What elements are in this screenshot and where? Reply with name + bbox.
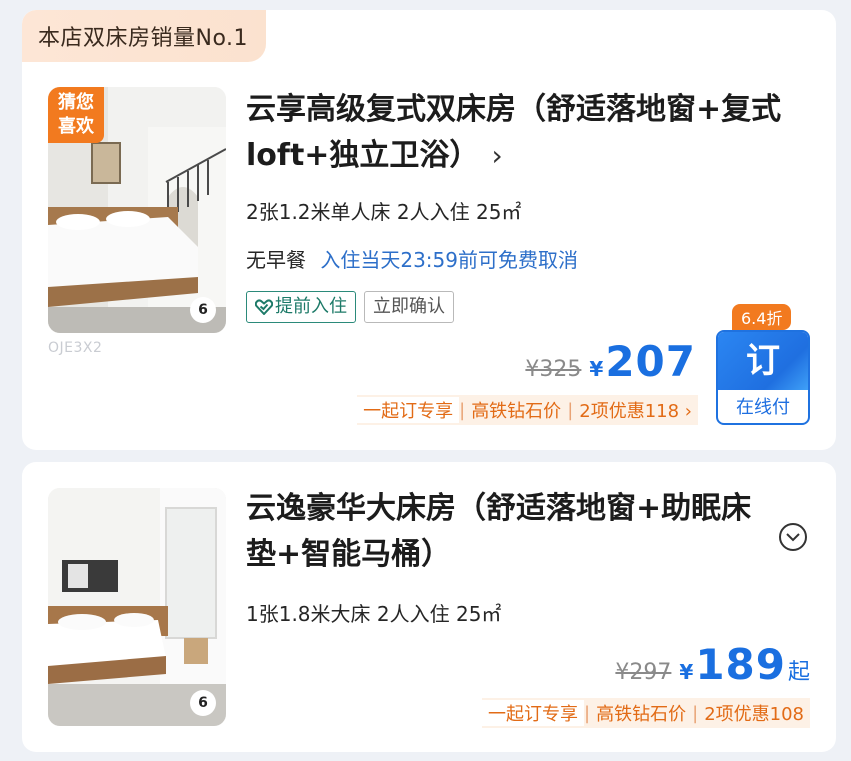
currency-symbol: ¥ (589, 357, 604, 381)
currency-symbol: ¥ (679, 660, 694, 684)
book-button-label: 订 (718, 332, 808, 390)
promo-discounts: 2项优惠118 › (579, 401, 692, 422)
promo-row[interactable]: 一起订专享 | 高铁钻石价 | 2项优惠108 (482, 698, 810, 728)
chevron-down-circle-icon[interactable] (778, 522, 808, 552)
recommend-badge-line2: 喜欢 (58, 116, 94, 137)
promo-together: 一起订专享 (357, 397, 460, 423)
bed-info: 1张1.8米大床 2人入住 25㎡ (246, 602, 502, 626)
breakfast-info: 无早餐 (246, 248, 306, 272)
room-title-text: 云享高级复式双床房（舒适落地窗+复式loft+独立卫浴） (246, 92, 782, 173)
room-photo[interactable]: 6 (48, 488, 226, 726)
image-count-badge: 6 (190, 690, 216, 716)
heart-check-icon (255, 299, 273, 315)
price-suffix: 起 (787, 660, 810, 685)
early-checkin-label: 提前入住 (275, 296, 347, 317)
chevron-right-icon[interactable]: › (491, 133, 502, 179)
feature-tags: 提前入住 立即确认 (246, 291, 454, 323)
room-title[interactable]: 云享高级复式双床房（舒适落地窗+复式loft+独立卫浴） › (246, 87, 786, 179)
current-price: 189 (695, 640, 786, 689)
promo-rail: 高铁钻石价 (471, 401, 562, 422)
promo-discounts: 2项优惠108 (704, 704, 804, 725)
policy-row: 无早餐 入住当天23:59前可免费取消 (246, 244, 578, 273)
room-title[interactable]: 云逸豪华大床房（舒适落地窗+助眠床垫+智能马桶） (246, 486, 766, 578)
instant-confirm-tag: 立即确认 (364, 291, 454, 323)
original-price: ¥297 (615, 660, 672, 685)
original-price: ¥325 (525, 357, 582, 382)
sales-rank-badge: 本店双床房销量No.1 (22, 10, 267, 62)
recommend-badge: 猜您 喜欢 (48, 87, 104, 143)
recommend-badge-line1: 猜您 (58, 92, 94, 113)
room-title-text: 云逸豪华大床房（舒适落地窗+助眠床垫+智能马桶） (246, 491, 752, 572)
room-photo[interactable]: 猜您 喜欢 6 (48, 87, 226, 333)
cancel-policy[interactable]: 入住当天23:59前可免费取消 (320, 248, 578, 272)
book-button[interactable]: 订 在线付 (716, 330, 810, 425)
current-price: 207 (605, 337, 696, 386)
early-checkin-tag: 提前入住 (246, 291, 356, 323)
promo-row[interactable]: 一起订专享 | 高铁钻石价 | 2项优惠118 › (357, 395, 698, 425)
bed-info: 2张1.2米单人床 2人入住 25㎡ (246, 200, 522, 224)
image-count-badge: 6 (190, 297, 216, 323)
promo-rail: 高铁钻石价 (596, 704, 687, 725)
room-card[interactable]: 本店双床房销量No.1 猜您 喜欢 6 OJE3X2 云享高级复式双床房（舒适落… (22, 10, 836, 450)
discount-badge: 6.4折 (732, 304, 792, 330)
pay-online-label: 在线付 (736, 397, 790, 418)
room-code: OJE3X2 (48, 340, 103, 356)
promo-together: 一起订专享 (482, 700, 585, 726)
room-card[interactable]: 6 云逸豪华大床房（舒适落地窗+助眠床垫+智能马桶） 1张1.8米大床 2人入住… (22, 462, 836, 752)
price-row: ¥325 ¥ 207 (525, 337, 696, 386)
price-row: ¥297 ¥ 189 起 (615, 640, 810, 689)
